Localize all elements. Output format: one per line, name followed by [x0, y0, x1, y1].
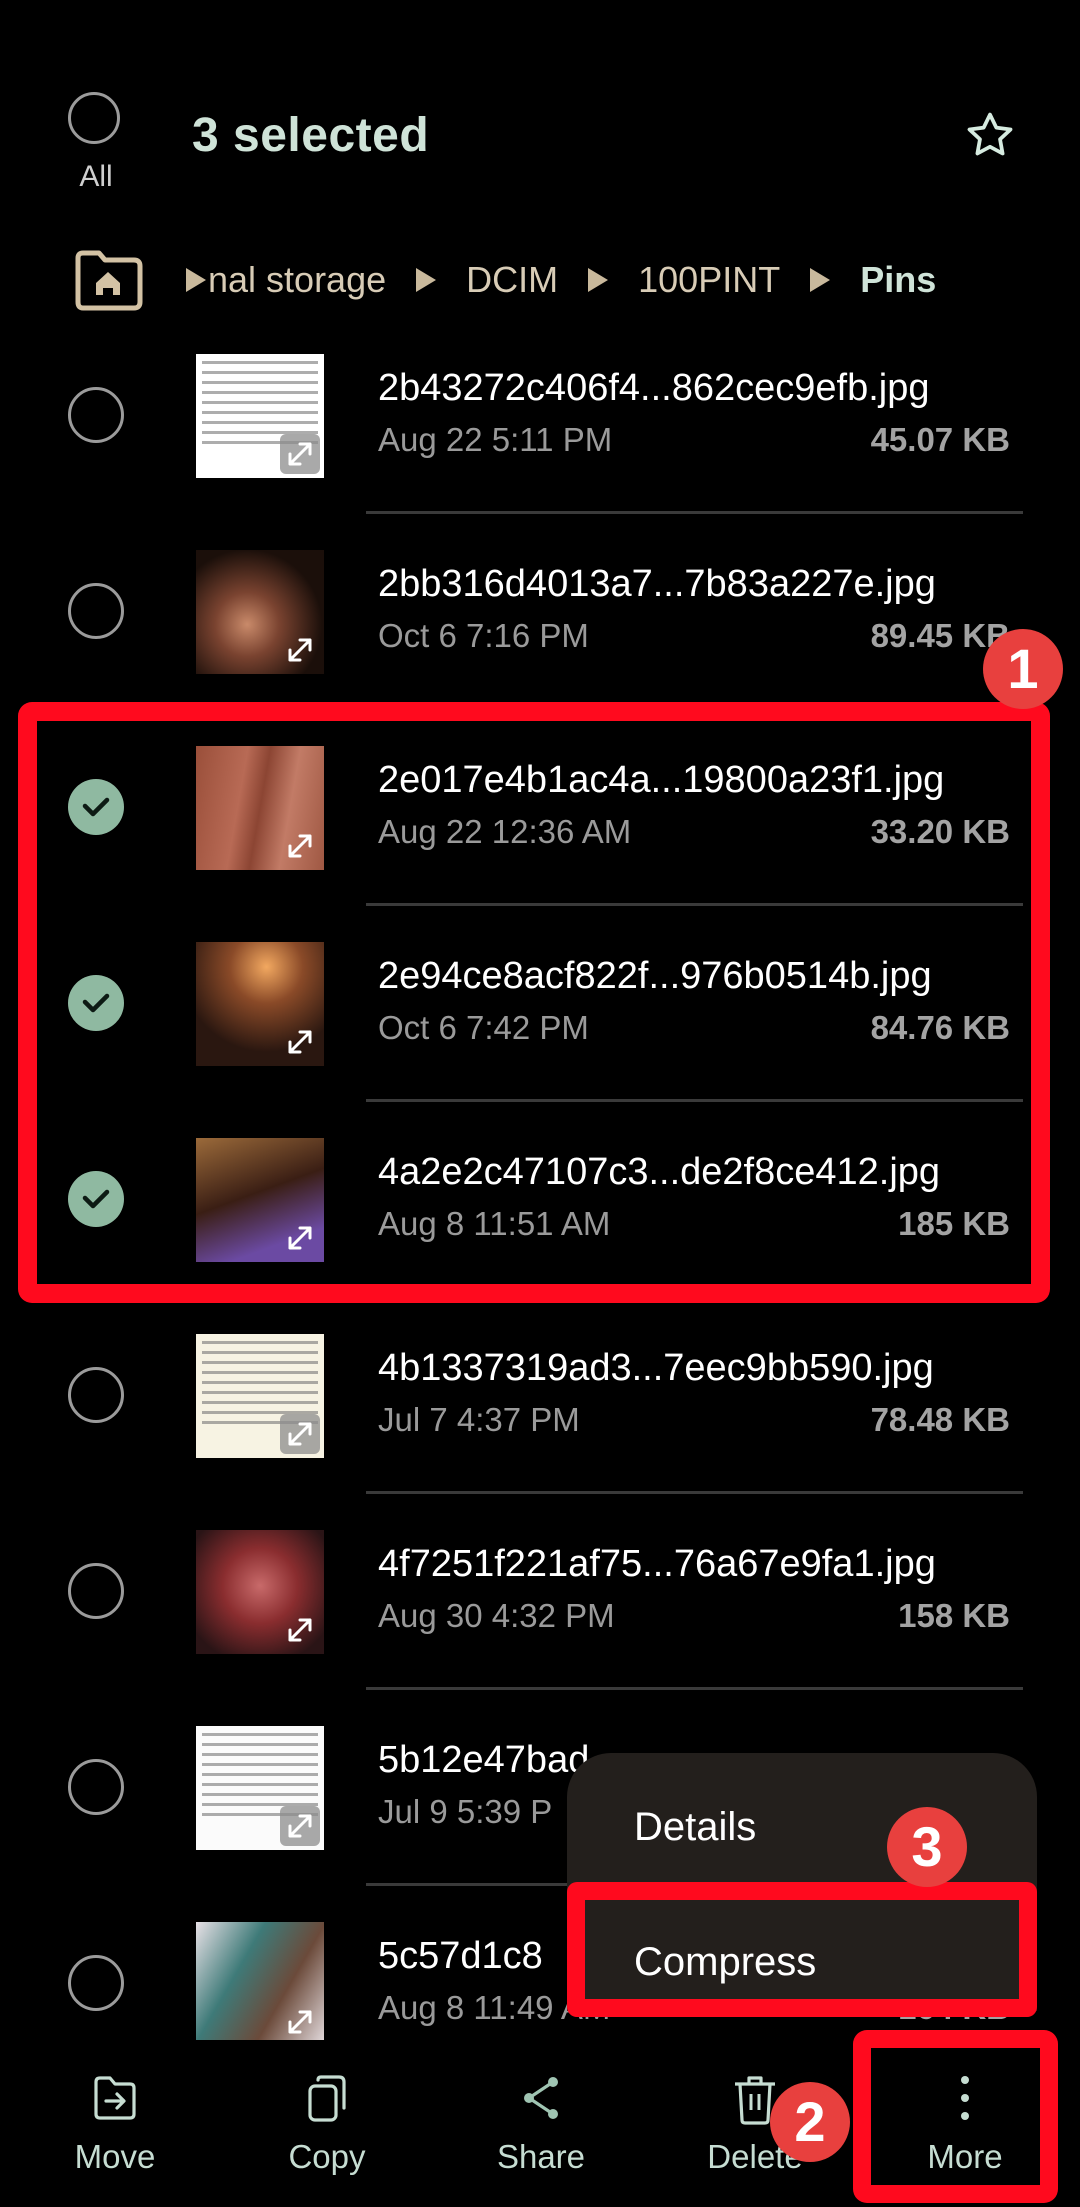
breadcrumb-item[interactable]: DCIM [466, 259, 558, 301]
chevron-right-icon [186, 268, 206, 292]
copy-button[interactable]: Copy [237, 2040, 417, 2207]
expand-icon[interactable] [280, 1610, 320, 1650]
file-name: 2bb316d4013a7...7b83a227e.jpg [378, 563, 936, 605]
checkbox-unchecked[interactable] [68, 1955, 124, 2011]
home-folder-icon[interactable] [72, 250, 144, 312]
star-icon[interactable] [962, 108, 1018, 164]
breadcrumb-item-current: Pins [860, 259, 937, 300]
file-size: 158 KB [898, 1597, 1010, 1634]
expand-icon[interactable] [280, 1414, 320, 1454]
share-label: Share [496, 2138, 586, 2175]
chevron-right-icon [588, 268, 609, 292]
file-name: 5b12e47bad [378, 1739, 590, 1781]
file-name: 4b1337319ad3...7eec9bb590.jpg [378, 1347, 934, 1389]
breadcrumb: nal storage DCIM 100PINT Pins [186, 258, 966, 302]
file-row[interactable]: 4f7251f221af75...76a67e9fa1.jpg Aug 30 4:… [0, 1493, 1080, 1690]
checkbox-unchecked[interactable] [68, 1367, 124, 1423]
file-date: Aug 30 4:32 PM [378, 1597, 615, 1634]
step-badge-1: 1 [983, 629, 1063, 709]
breadcrumb-item[interactable]: nal storage [208, 259, 386, 301]
share-icon [524, 2077, 558, 2119]
file-date: Aug 22 5:11 PM [378, 421, 613, 458]
checkbox-unchecked[interactable] [68, 1563, 124, 1619]
expand-icon[interactable] [280, 630, 320, 670]
file-thumbnail[interactable] [196, 550, 324, 674]
highlight-more-button [853, 2030, 1058, 2203]
expand-icon[interactable] [280, 1806, 320, 1846]
file-name: 4f7251f221af75...76a67e9fa1.jpg [378, 1543, 936, 1585]
file-name: 5c57d1c8 [378, 1935, 543, 1977]
highlight-selected-rows [18, 702, 1050, 1303]
file-size: 78.48 KB [870, 1401, 1010, 1438]
highlight-compress [567, 1882, 1037, 2017]
file-name: 2b43272c406f4...862cec9efb.jpg [378, 367, 930, 409]
select-all-checkbox[interactable] [68, 92, 120, 144]
file-thumbnail[interactable] [196, 354, 324, 478]
chevron-right-icon [810, 268, 831, 292]
checkbox-unchecked[interactable] [68, 583, 124, 639]
file-row[interactable]: 4b1337319ad3...7eec9bb590.jpg Jul 7 4:37 … [0, 1297, 1080, 1494]
file-date: Jul 9 5:39 P [378, 1793, 553, 1830]
file-thumbnail[interactable] [196, 1922, 324, 2046]
checkbox-unchecked[interactable] [68, 387, 124, 443]
page-title: 3 selected [192, 109, 430, 162]
file-thumbnail[interactable] [196, 1530, 324, 1654]
move-folder-icon [94, 2076, 136, 2120]
expand-icon[interactable] [280, 434, 320, 474]
move-button[interactable]: Move [25, 2040, 205, 2207]
expand-icon[interactable] [280, 2002, 320, 2042]
share-button[interactable]: Share [451, 2040, 631, 2207]
step-badge-3: 3 [887, 1807, 967, 1887]
file-size: 45.07 KB [870, 421, 1010, 458]
select-all-label: All [79, 160, 113, 193]
copy-icon [308, 2075, 346, 2122]
file-thumbnail[interactable] [196, 1726, 324, 1850]
step-badge-2: 2 [770, 2082, 850, 2162]
breadcrumb-item[interactable]: 100PINT [638, 259, 780, 301]
file-date: Jul 7 4:37 PM [378, 1401, 580, 1438]
copy-label: Copy [288, 2138, 366, 2175]
chevron-right-icon [416, 268, 437, 292]
file-thumbnail[interactable] [196, 1334, 324, 1458]
menu-item-details[interactable]: Details [634, 1805, 756, 1850]
file-row[interactable]: 2bb316d4013a7...7b83a227e.jpg Oct 6 7:16 … [0, 513, 1080, 710]
file-date: Oct 6 7:16 PM [378, 617, 589, 654]
checkbox-unchecked[interactable] [68, 1759, 124, 1815]
file-row[interactable]: 2b43272c406f4...862cec9efb.jpg Aug 22 5:1… [0, 317, 1080, 514]
move-label: Move [74, 2138, 156, 2175]
